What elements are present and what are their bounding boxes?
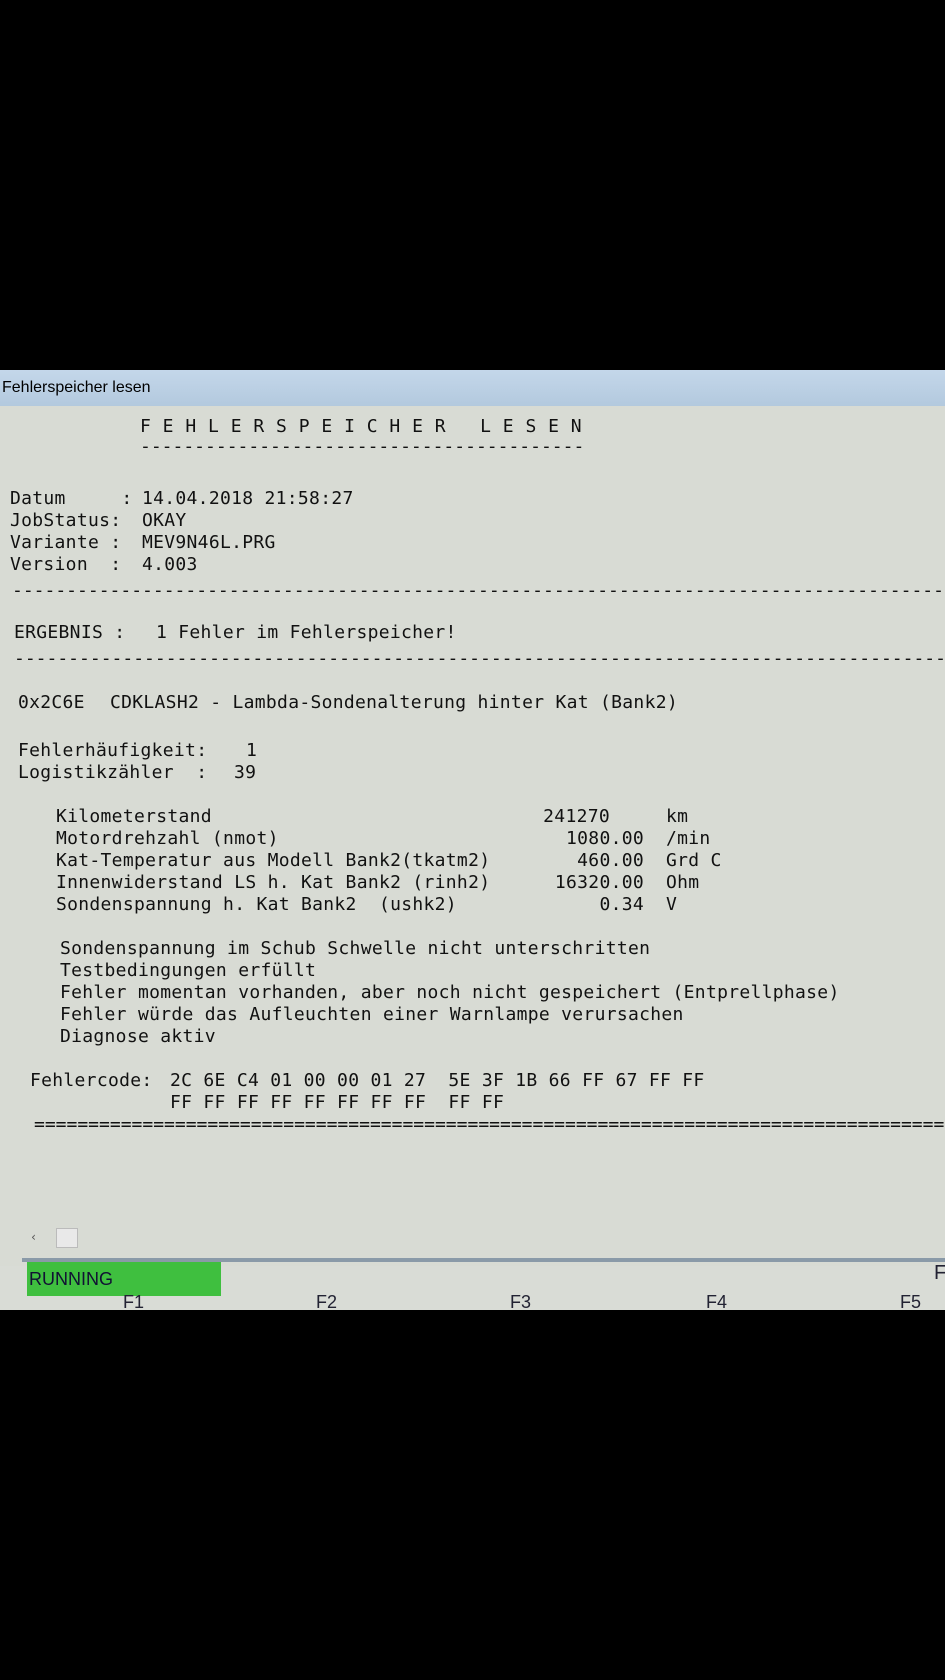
env-row-label: Kat-Temperatur aus Modell Bank2(tkatm2): [56, 850, 491, 871]
separator-dashed-1: ----------------------------------------…: [12, 582, 945, 600]
note-line: Fehler momentan vorhanden, aber noch nic…: [60, 982, 840, 1003]
running-status: RUNNING: [27, 1262, 221, 1296]
env-row-label: Motordrehzahl (nmot): [56, 828, 279, 849]
datum-value: 14.04.2018 21:58:27: [142, 488, 354, 509]
f2-button[interactable]: F2: [316, 1292, 337, 1310]
separator-dashed-2: ----------------------------------------…: [14, 650, 945, 668]
jobstatus-label: JobStatus:: [10, 510, 122, 531]
fault-name: CDKLASH2 - Lambda-Sondenalterung hinter …: [110, 692, 678, 713]
env-row-value: 460.00: [577, 850, 644, 871]
scrollbar-thumb[interactable]: [56, 1228, 78, 1248]
app-window: Fehlerspeicher lesen F E H L E R S P E I…: [0, 370, 945, 1310]
env-row-value: 0.34: [599, 894, 644, 915]
f3-button[interactable]: F3: [510, 1292, 531, 1310]
haeufigkeit-value: 1: [246, 740, 258, 761]
env-row-unit: km: [666, 806, 689, 827]
version-value: 4.003: [142, 554, 198, 575]
window-title: Fehlerspeicher lesen: [0, 370, 945, 406]
env-row-label: Sondenspannung h. Kat Bank2 (ushk2): [56, 894, 457, 915]
variante-value: MEV9N46L.PRG: [142, 532, 276, 553]
fehlercode-line-2: FF FF FF FF FF FF FF FF FF FF: [170, 1092, 505, 1113]
f5-button[interactable]: F5: [900, 1292, 921, 1310]
f4-button[interactable]: F4: [706, 1292, 727, 1310]
note-line: Fehler würde das Aufleuchten einer Warnl…: [60, 1004, 684, 1025]
ergebnis-label: ERGEBNIS :: [14, 622, 126, 643]
fehlercode-label: Fehlercode:: [30, 1070, 153, 1091]
env-row-unit: Grd C: [666, 850, 722, 871]
version-label: Version :: [10, 554, 122, 575]
env-row-label: Kilometerstand: [56, 806, 212, 827]
env-row-label: Innenwiderstand LS h. Kat Bank2 (rinh2): [56, 872, 491, 893]
variante-label: Variante :: [10, 532, 122, 553]
heading-rule: ----------------------------------------…: [140, 438, 585, 456]
note-line: Testbedingungen erfüllt: [60, 960, 317, 981]
note-line: Sondenspannung im Schub Schwelle nicht u…: [60, 938, 651, 959]
env-row-unit: V: [666, 894, 678, 915]
status-fragment: F: [934, 1262, 945, 1284]
function-key-bar: F1 F2 F3 F4 F5: [0, 1292, 945, 1310]
f1-button[interactable]: F1: [123, 1292, 144, 1310]
haeufigkeit-label: Fehlerhäufigkeit:: [18, 740, 208, 761]
fault-code: 0x2C6E: [18, 692, 85, 713]
env-row-unit: /min: [666, 828, 711, 849]
env-row-value: 16320.00: [554, 872, 644, 893]
separator-double: ========================================…: [34, 1116, 945, 1134]
datum-label: Datum :: [10, 488, 133, 509]
ergebnis-value: 1 Fehler im Fehlerspeicher!: [156, 622, 457, 643]
report-heading: F E H L E R S P E I C H E R L E S E N: [140, 416, 583, 437]
env-row-value: 241270: [543, 806, 610, 827]
logistik-value: 39: [234, 762, 257, 783]
jobstatus-value: OKAY: [142, 510, 187, 531]
fehlercode-line-1: 2C 6E C4 01 00 00 01 27 5E 3F 1B 66 FF 6…: [170, 1070, 705, 1091]
logistik-label: Logistikzähler :: [18, 762, 208, 783]
scroll-left-arrow-icon[interactable]: ‹: [30, 1230, 37, 1244]
note-line: Diagnose aktiv: [60, 1026, 216, 1047]
env-row-unit: Ohm: [666, 872, 700, 893]
report-output: F E H L E R S P E I C H E R L E S E N --…: [0, 406, 945, 1266]
env-row-value: 1080.00: [566, 828, 644, 849]
